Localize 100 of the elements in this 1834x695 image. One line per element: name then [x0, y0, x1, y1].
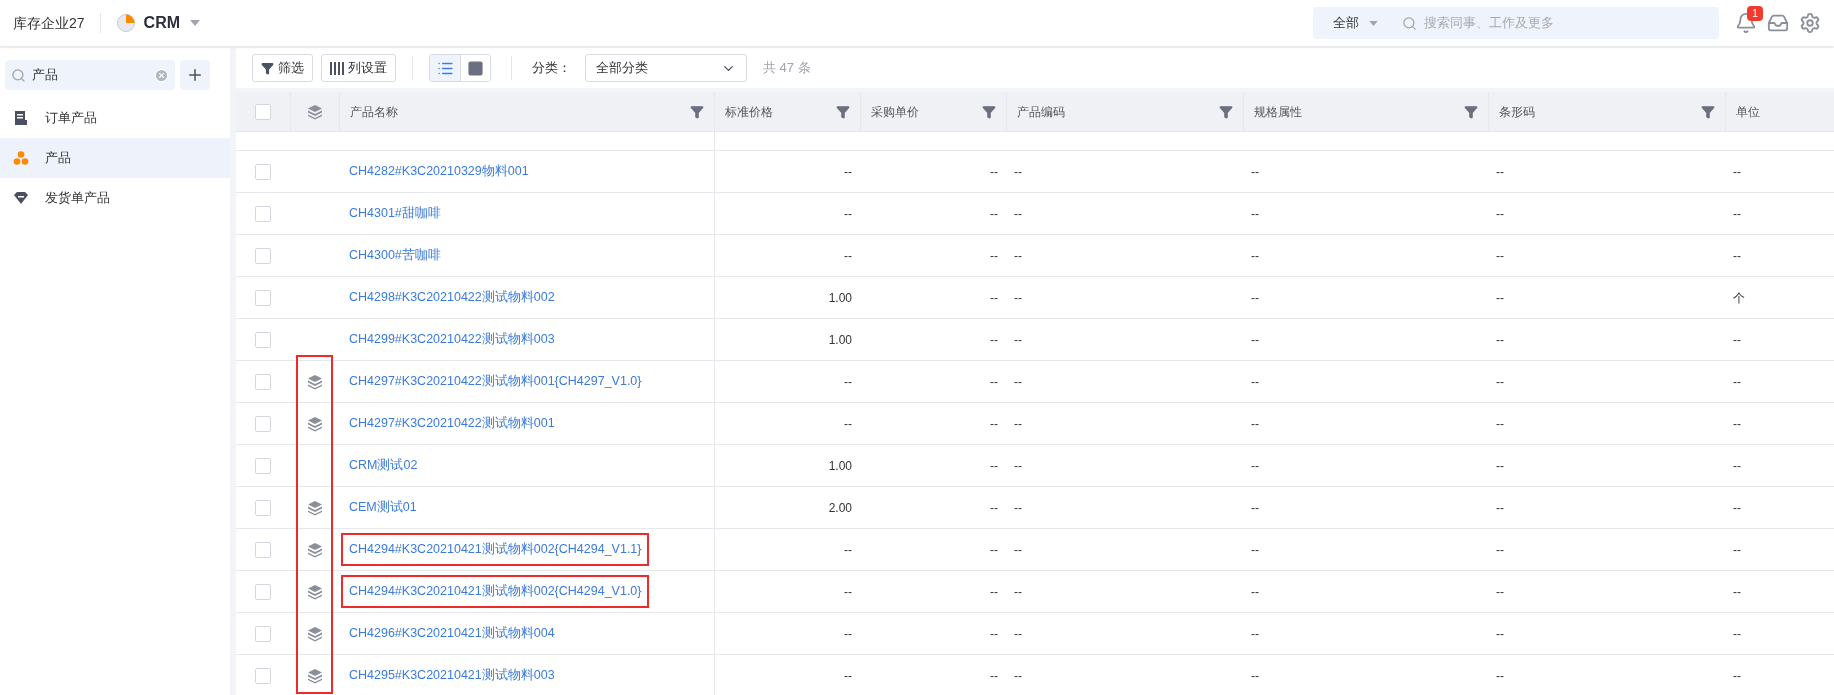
- product-name-link[interactable]: CEM测试01: [341, 491, 425, 524]
- table-cell-text: --: [1496, 205, 1504, 223]
- table-cell-text: 1.00: [828, 457, 852, 475]
- table-cell-text: --: [1014, 205, 1022, 223]
- column-header[interactable]: 产品名称: [339, 92, 714, 131]
- filter-icon[interactable]: [836, 104, 850, 119]
- table-cell-text: --: [1014, 583, 1022, 601]
- checkbox[interactable]: [255, 457, 271, 474]
- cube-icon: [306, 541, 323, 558]
- product-name-link[interactable]: CH4301#甜咖啡: [341, 197, 449, 230]
- sidebar-item[interactable]: 产品: [0, 138, 230, 178]
- list-view-button[interactable]: [430, 55, 460, 81]
- table-cell-text: 1.00: [828, 331, 852, 349]
- category-select[interactable]: 全部分类: [585, 54, 747, 82]
- table-cell-text: --: [1733, 205, 1741, 223]
- search-icon: [1402, 15, 1417, 31]
- table-cell-text: --: [1496, 457, 1504, 475]
- checkbox[interactable]: [255, 163, 271, 180]
- cube-icon: [307, 103, 323, 120]
- circles-icon: [13, 150, 29, 166]
- table-cell-text: --: [1014, 625, 1022, 643]
- table-cell-text: --: [844, 373, 852, 391]
- search-input[interactable]: 搜索同事、工作及更多: [1424, 13, 1719, 33]
- inbox-icon[interactable]: [1767, 12, 1789, 34]
- checkbox[interactable]: [255, 499, 271, 516]
- add-button[interactable]: [180, 60, 210, 90]
- table-cell-text: --: [1014, 289, 1022, 307]
- filter-icon[interactable]: [1219, 104, 1233, 119]
- table-cell-text: --: [1733, 625, 1741, 643]
- product-name-link[interactable]: CH4297#K3C20210422测试物料001{CH4297_V1.0}: [341, 365, 650, 398]
- table-cell-text: --: [1251, 415, 1259, 433]
- plus-icon: [186, 66, 204, 84]
- filter-icon[interactable]: [1464, 104, 1478, 119]
- search-field[interactable]: 搜索同事、工作及更多: [1402, 7, 1719, 39]
- table-cell-text: --: [1251, 247, 1259, 265]
- product-name-link[interactable]: CH4300#苦咖啡: [341, 239, 449, 272]
- column-header[interactable]: 采购单价: [860, 92, 1006, 131]
- product-name-link[interactable]: CH4295#K3C20210421测试物料003: [341, 659, 563, 692]
- table-cell-text: --: [1733, 331, 1741, 349]
- product-name-link[interactable]: CH4298#K3C20210422测试物料002: [341, 281, 563, 314]
- product-name-link[interactable]: CH4296#K3C20210421测试物料004: [341, 617, 563, 650]
- product-name-link[interactable]: CH4297#K3C20210422测试物料001: [341, 407, 563, 440]
- cube-icon: [306, 373, 323, 390]
- sidebar-item-label: 发货单产品: [45, 189, 110, 208]
- filter-icon[interactable]: [982, 104, 996, 119]
- checkbox[interactable]: [255, 583, 271, 600]
- filter-icon[interactable]: [1701, 104, 1715, 119]
- company-name: 库存企业27: [13, 13, 85, 33]
- product-name-link[interactable]: CH4294#K3C20210421测试物料002{CH4294_V1.0}: [341, 575, 650, 608]
- checkbox[interactable]: [255, 247, 271, 264]
- checkbox[interactable]: [255, 625, 271, 642]
- column-header[interactable]: 条形码: [1488, 92, 1725, 131]
- app-name[interactable]: CRM: [143, 11, 180, 35]
- product-name-link[interactable]: CH4282#K3C20210329物料001: [341, 155, 537, 188]
- sidebar-search-field[interactable]: 产品: [5, 60, 175, 90]
- column-header[interactable]: 规格属性: [1243, 92, 1488, 131]
- column-settings-button[interactable]: 列设置: [321, 54, 396, 82]
- filter-button[interactable]: 筛选: [252, 54, 313, 82]
- caret-icon[interactable]: [190, 20, 200, 26]
- checkbox[interactable]: [255, 415, 271, 432]
- search-scope-dropdown[interactable]: 全部: [1313, 7, 1402, 39]
- category-label: 分类：: [532, 59, 571, 78]
- product-name-link[interactable]: CRM测试02: [341, 449, 426, 482]
- column-header[interactable]: 单位: [1725, 92, 1834, 131]
- table-cell-text: 个: [1733, 289, 1745, 307]
- checkbox[interactable]: [255, 373, 271, 390]
- table-cell-text: --: [1014, 541, 1022, 559]
- column-header[interactable]: 标准价格: [714, 92, 860, 131]
- checkbox[interactable]: [255, 331, 271, 348]
- product-name-link[interactable]: CH4299#K3C20210422测试物料003: [341, 323, 563, 356]
- table-cell-text: --: [990, 457, 998, 475]
- table-cell-text: --: [844, 163, 852, 181]
- caret-icon: [1369, 20, 1378, 26]
- search-icon: [11, 67, 26, 83]
- checkbox[interactable]: [255, 541, 271, 558]
- table-cell-text: --: [1733, 163, 1741, 181]
- table-cell-text: --: [1014, 457, 1022, 475]
- checkbox[interactable]: [255, 289, 271, 306]
- product-name-link[interactable]: CH4294#K3C20210421测试物料002{CH4294_V1.1}: [341, 533, 650, 566]
- column-header[interactable]: 产品编码: [1006, 92, 1243, 131]
- checkbox[interactable]: [255, 205, 271, 222]
- table-cell-text: --: [1733, 499, 1741, 517]
- filter-icon[interactable]: [690, 104, 704, 119]
- settings-icon[interactable]: [1799, 12, 1821, 34]
- clear-icon[interactable]: [154, 67, 169, 83]
- card-icon: [467, 59, 484, 77]
- card-view-button[interactable]: [460, 55, 490, 81]
- table-cell-text: --: [1014, 373, 1022, 391]
- checkbox[interactable]: [255, 103, 271, 120]
- table-cell-text: --: [1733, 247, 1741, 265]
- table-cell-text: --: [1251, 541, 1259, 559]
- table-cell-text: --: [1733, 541, 1741, 559]
- checkbox[interactable]: [255, 667, 271, 684]
- table-cell-text: --: [1251, 163, 1259, 181]
- search-input[interactable]: 产品: [32, 65, 148, 85]
- table-cell-text: --: [1251, 457, 1259, 475]
- table-cell-text: --: [1496, 583, 1504, 601]
- table-cell-text: --: [1251, 625, 1259, 643]
- table-cell-text: --: [844, 667, 852, 685]
- table-cell-text: --: [1251, 499, 1259, 517]
